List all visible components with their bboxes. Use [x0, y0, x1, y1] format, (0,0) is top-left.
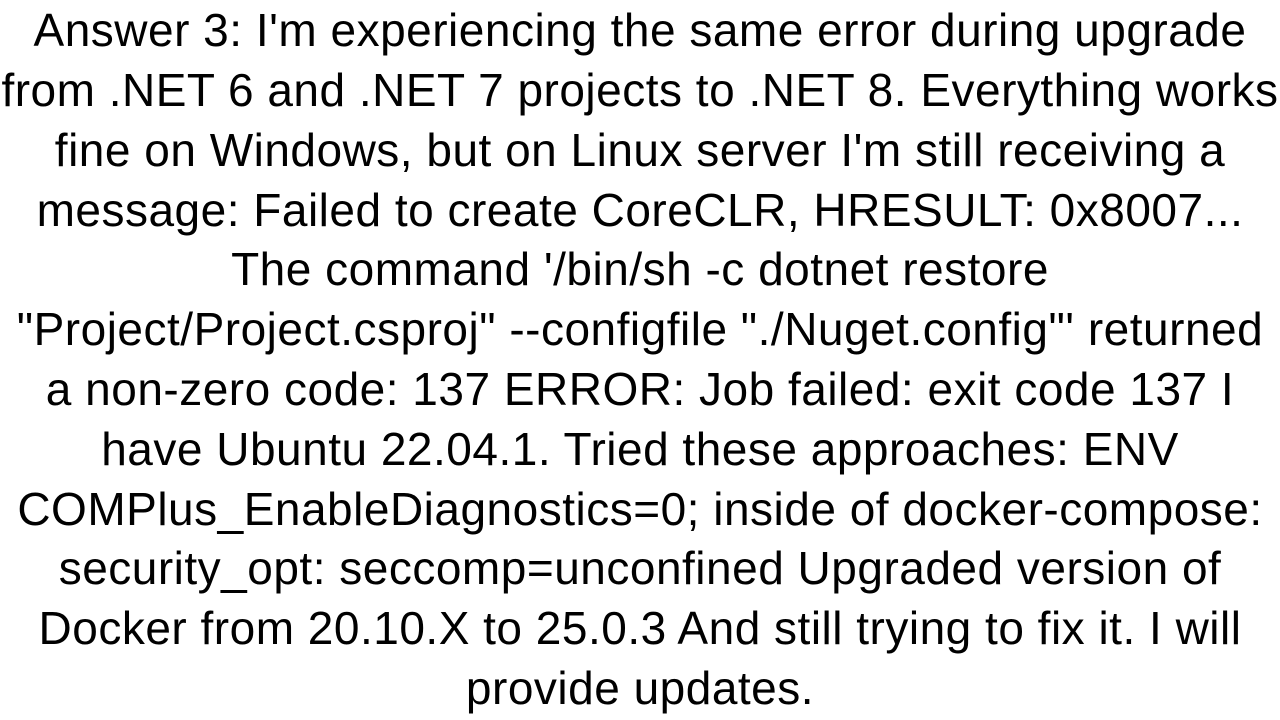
answer-text: Answer 3: I'm experiencing the same erro… [0, 1, 1280, 719]
answer-content: Answer 3: I'm experiencing the same erro… [0, 0, 1280, 720]
